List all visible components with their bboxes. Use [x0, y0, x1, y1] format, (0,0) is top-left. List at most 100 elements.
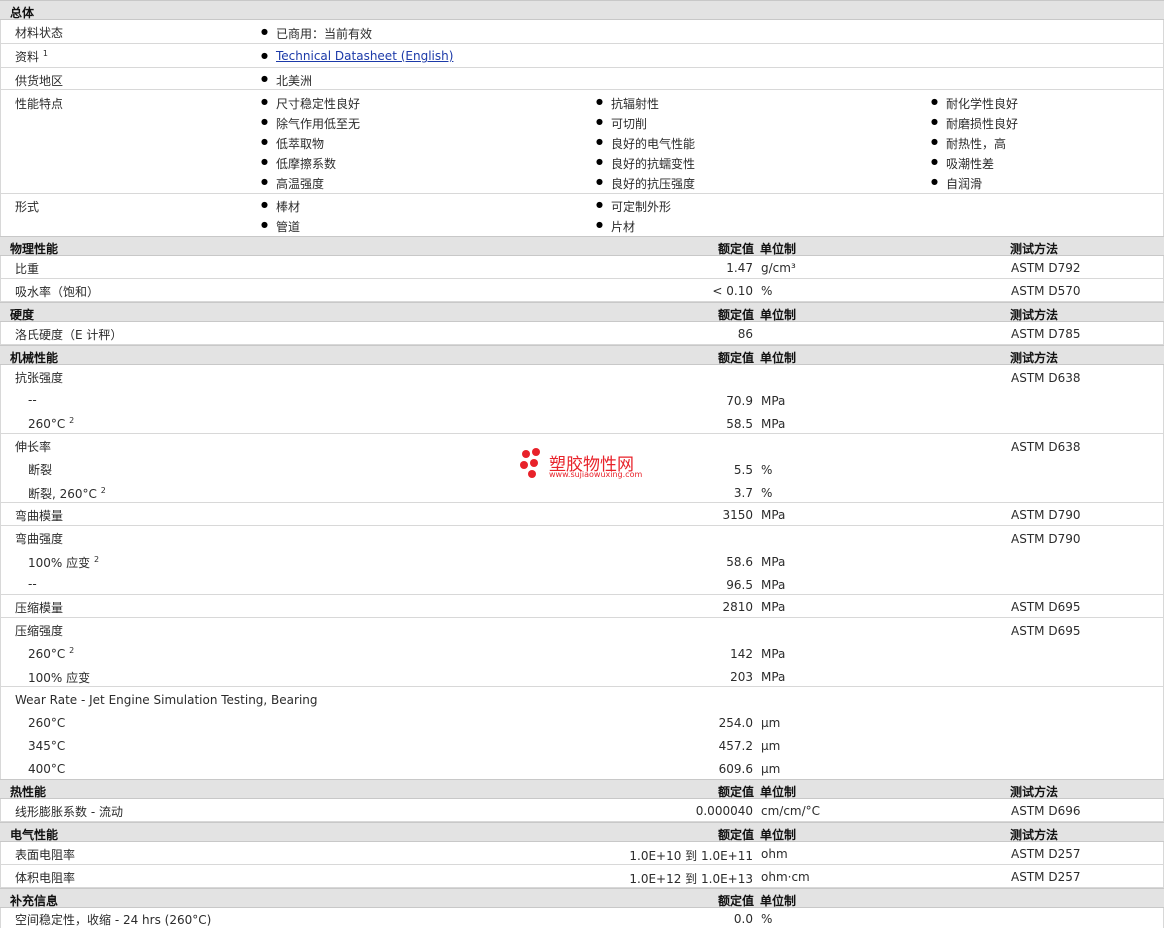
row-method: ASTM D785 [1011, 327, 1081, 341]
col-header-value: 额定值 [717, 828, 754, 842]
col-header-value: 额定值 [717, 785, 754, 799]
row-value: 0.0 [733, 912, 753, 926]
row-compressive-modulus: 压缩模量 2810 MPa ASTM D695 [0, 595, 1164, 618]
sub-label: 345°C [28, 739, 66, 753]
row-method: ASTM D790 [1011, 508, 1081, 522]
sub-label: 260°C [28, 716, 66, 730]
form-item: 棒材 [261, 198, 300, 215]
feature-item: 吸潮性差 [931, 155, 994, 172]
row-unit: % [761, 284, 773, 298]
sub-label: 100% 应变 [28, 671, 91, 685]
col-header-value: 额定值 [717, 351, 754, 365]
sub-value: 70.9 [726, 394, 753, 408]
sub-value: 3.7 [733, 486, 753, 500]
row-value: 2810 [722, 600, 753, 614]
row-unit: g/cm³ [761, 261, 796, 275]
col-header-method: 测试方法 [1010, 308, 1059, 322]
feature-item: 自润滑 [931, 175, 982, 192]
row-flexural-modulus: 弯曲模量 3150 MPa ASTM D790 [0, 503, 1164, 526]
status-value: 已商用：当前有效 [261, 25, 372, 42]
feature-item: 尺寸稳定性良好 [261, 95, 360, 112]
sub-value: 58.5 [726, 417, 753, 431]
sub-unit: % [761, 486, 773, 500]
row-label: 空间稳定性，收缩 - 24 hrs (260°C) [15, 913, 212, 927]
row-method: ASTM D695 [1011, 600, 1081, 614]
sub-value: 203 [730, 670, 753, 684]
feature-item: 除气作用低至无 [261, 115, 360, 132]
row-label: 压缩模量 [15, 601, 64, 615]
col-header-value: 额定值 [717, 308, 754, 322]
row-unit: MPa [761, 600, 786, 614]
col-header-method: 测试方法 [1010, 828, 1059, 842]
row-water-absorption: 吸水率（饱和） < 0.10 % ASTM D570 [0, 279, 1164, 302]
sub-label: -- [28, 577, 37, 591]
row-clte: 线形膨胀系数 - 流动 0.000040 cm/cm/°C ASTM D696 [0, 799, 1164, 822]
sub-value: 142 [730, 647, 753, 661]
feature-item: 耐热性，高 [931, 135, 1006, 152]
row-label: 性能特点 [15, 97, 64, 111]
col-header-unit: 单位制 [760, 785, 797, 799]
section-supplement-header: 补充信息 额定值 单位制 [0, 888, 1164, 908]
row-forms: 形式 棒材 管道 可定制外形 片材 [0, 194, 1164, 237]
watermark-dots-icon [520, 448, 540, 478]
sub-value: 5.5 [733, 463, 753, 477]
row-method: ASTM D638 [1011, 440, 1081, 454]
datasheet-link-item: Technical Datasheet (English) [261, 49, 453, 63]
col-header-value: 额定值 [717, 242, 754, 256]
feature-item: 良好的抗蠕变性 [596, 155, 695, 172]
technical-datasheet-link[interactable]: Technical Datasheet (English) [276, 49, 453, 63]
sub-value: 254.0 [718, 716, 753, 730]
row-method: ASTM D695 [1011, 624, 1081, 638]
form-item: 可定制外形 [596, 198, 671, 215]
feature-item: 良好的抗压强度 [596, 175, 695, 192]
row-value: 1.0E+10 到 1.0E+11 [629, 849, 753, 863]
sub-label: 断裂 [28, 463, 53, 477]
row-label: 伸长率 [15, 440, 52, 454]
col-header-unit: 单位制 [760, 828, 797, 842]
sub-label: 断裂, 260°C 2 [28, 486, 106, 501]
row-label: 洛氏硬度（E 计秤） [15, 328, 123, 342]
section-title: 总体 [10, 6, 35, 20]
row-compressive-strength: 压缩强度 ASTM D695 260°C 2 142 MPa 100% 应变 2… [0, 618, 1164, 687]
row-value: 86 [737, 327, 753, 341]
form-item: 管道 [261, 218, 300, 235]
section-physical-header: 物理性能 额定值 单位制 测试方法 [0, 236, 1164, 256]
row-tensile-strength: 抗张强度 ASTM D638 -- 70.9 MPa 260°C 2 58.5 … [0, 365, 1164, 434]
sub-unit: µm [761, 762, 781, 776]
row-method: ASTM D638 [1011, 371, 1081, 385]
row-label: 表面电阻率 [15, 848, 76, 862]
section-title: 硬度 [10, 308, 35, 322]
row-label: Wear Rate - Jet Engine Simulation Testin… [15, 693, 318, 707]
section-title: 电气性能 [10, 828, 59, 842]
col-header-method: 测试方法 [1010, 242, 1059, 256]
row-value: 0.000040 [695, 804, 753, 818]
row-label: 体积电阻率 [15, 871, 76, 885]
feature-item: 高温强度 [261, 175, 324, 192]
row-method: ASTM D792 [1011, 261, 1081, 275]
sub-unit: MPa [761, 647, 786, 661]
section-title: 物理性能 [10, 242, 59, 256]
col-header-unit: 单位制 [760, 308, 797, 322]
row-material-status: 材料状态 已商用：当前有效 [0, 20, 1164, 44]
watermark-url: www.sujiaowuxing.com [549, 470, 643, 479]
row-documents: 资料 1 Technical Datasheet (English) [0, 44, 1164, 68]
row-value: 1.47 [726, 261, 753, 275]
feature-item: 低摩擦系数 [261, 155, 336, 172]
row-region: 供货地区 北美洲 [0, 68, 1164, 90]
row-label: 供货地区 [15, 74, 64, 88]
feature-item: 耐磨损性良好 [931, 115, 1018, 132]
sub-unit: MPa [761, 670, 786, 684]
sub-unit: % [761, 463, 773, 477]
section-title: 机械性能 [10, 351, 59, 365]
feature-item: 良好的电气性能 [596, 135, 695, 152]
section-electrical-header: 电气性能 额定值 单位制 测试方法 [0, 822, 1164, 842]
sub-unit: MPa [761, 417, 786, 431]
row-value: 1.0E+12 到 1.0E+13 [629, 872, 753, 886]
col-header-method: 测试方法 [1010, 785, 1059, 799]
sub-value: 457.2 [718, 739, 753, 753]
row-label: 比重 [15, 262, 40, 276]
feature-item: 低萃取物 [261, 135, 324, 152]
row-label: 压缩强度 [15, 624, 64, 638]
row-label: 形式 [15, 200, 40, 214]
row-volume-resistivity: 体积电阻率 1.0E+12 到 1.0E+13 ohm·cm ASTM D257 [0, 865, 1164, 888]
